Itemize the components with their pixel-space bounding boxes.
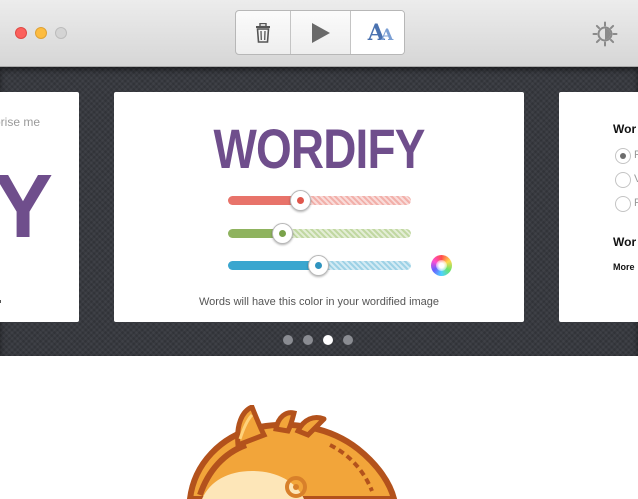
- wordify-title: WORDIFY: [213, 117, 425, 180]
- page-dot-4[interactable]: [343, 335, 353, 345]
- page-dot-2[interactable]: [303, 335, 313, 345]
- option-label-2: V: [634, 173, 638, 185]
- green-slider-track: [282, 229, 411, 238]
- delete-button[interactable]: [236, 11, 291, 54]
- blue-slider-track: [319, 261, 411, 270]
- card-heading-2: Wor: [613, 235, 637, 249]
- trash-icon: [256, 22, 270, 43]
- card-preview-letter: Y: [0, 157, 54, 257]
- green-slider[interactable]: [228, 223, 411, 244]
- template-card-previous[interactable]: rprise me Y: [0, 92, 79, 322]
- play-icon: [311, 22, 330, 43]
- template-card-next[interactable]: Wor F V F Wor More: [559, 92, 638, 322]
- close-window-button[interactable]: [15, 27, 27, 39]
- card-marker: [0, 300, 1, 303]
- color-picker-button[interactable]: [431, 255, 452, 276]
- card-heading: Wor: [613, 122, 637, 136]
- option-label-3: F: [634, 197, 638, 209]
- option-radio-3[interactable]: [615, 196, 631, 212]
- more-link[interactable]: More: [613, 262, 635, 272]
- toolbar-segmented-control: AA: [235, 10, 405, 55]
- font-style-icon: AA: [367, 19, 394, 46]
- zoom-window-button[interactable]: [55, 27, 67, 39]
- template-carousel[interactable]: rprise me Y WORDIFY Words will have this…: [0, 67, 638, 356]
- play-button[interactable]: [291, 11, 351, 54]
- blue-slider-thumb[interactable]: [308, 255, 329, 276]
- option-radio-1[interactable]: [615, 148, 631, 164]
- blue-slider-fill: [228, 261, 319, 270]
- page-dot-1[interactable]: [283, 335, 293, 345]
- page-indicator: [283, 335, 353, 345]
- mascot-illustration: [186, 405, 398, 499]
- brightness-icon[interactable]: [592, 21, 618, 47]
- option-radio-2[interactable]: [615, 172, 631, 188]
- color-caption: Words will have this color in your wordi…: [198, 296, 440, 308]
- template-card-color[interactable]: WORDIFY Words will have this color in yo…: [114, 92, 524, 322]
- page-dot-3[interactable]: [323, 335, 333, 345]
- red-slider[interactable]: [228, 190, 411, 211]
- red-slider-thumb[interactable]: [290, 190, 311, 211]
- card-label: rprise me: [0, 115, 41, 129]
- blue-slider[interactable]: [228, 255, 411, 276]
- title-bar: AA: [0, 0, 638, 67]
- option-label-1: F: [634, 149, 638, 161]
- red-slider-track: [300, 196, 411, 205]
- font-style-button[interactable]: AA: [351, 11, 404, 54]
- minimize-window-button[interactable]: [35, 27, 47, 39]
- green-slider-thumb[interactable]: [272, 223, 293, 244]
